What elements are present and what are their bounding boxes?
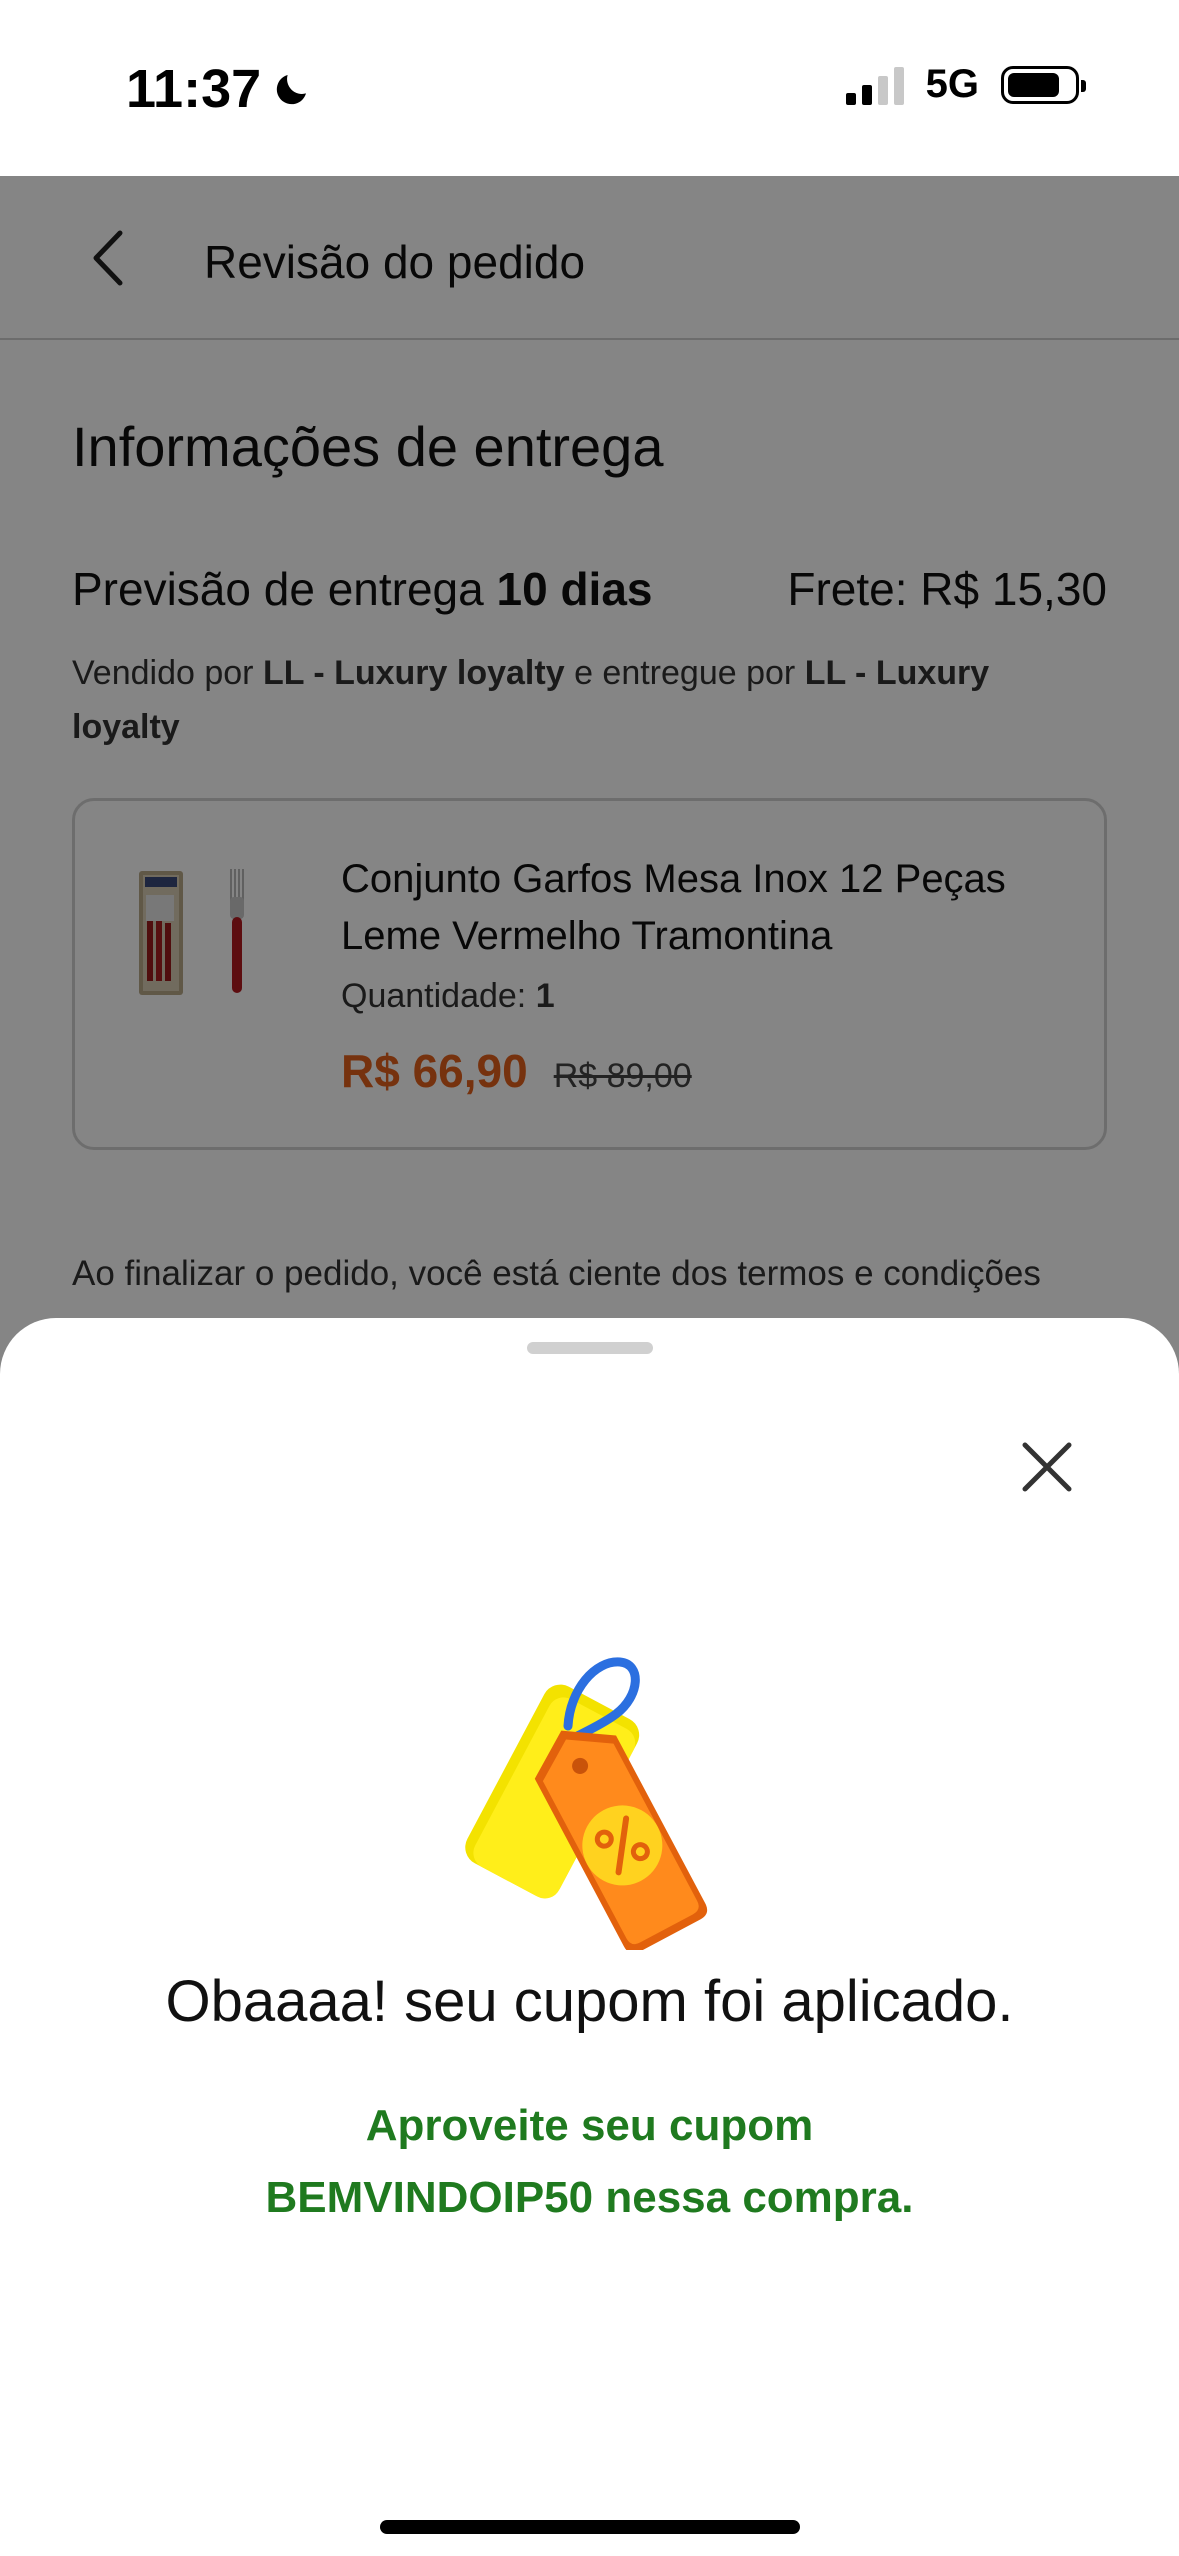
battery-icon bbox=[1001, 65, 1086, 104]
sheet-grabber[interactable] bbox=[527, 1342, 653, 1354]
coupon-message: Aproveite seu cupom BEMVINDOIP50 nessa c… bbox=[0, 2090, 1179, 2234]
coupon-tags-icon bbox=[465, 1657, 708, 1950]
status-bar: 11:37 5G bbox=[0, 0, 1179, 176]
close-icon bbox=[1022, 1442, 1072, 1492]
sheet-title: Obaaaa! seu cupom foi aplicado. bbox=[165, 1969, 1014, 2034]
coupon-applied-sheet: Obaaaa! seu cupom foi aplicado. Aproveit… bbox=[0, 1318, 1179, 2556]
status-time: 11:37 bbox=[126, 58, 313, 120]
moon-icon bbox=[276, 75, 307, 105]
network-label: 5G bbox=[925, 62, 979, 106]
status-indicators: 5G bbox=[845, 62, 1086, 107]
coupon-message-line1: Aproveite seu cupom bbox=[365, 2101, 814, 2150]
coupon-message-line2: BEMVINDOIP50 nessa compra. bbox=[265, 2173, 914, 2222]
close-button[interactable] bbox=[1010, 1430, 1084, 1504]
home-indicator[interactable] bbox=[380, 2520, 800, 2534]
signal-icon bbox=[845, 65, 904, 105]
clock-text: 11:37 bbox=[126, 59, 262, 119]
